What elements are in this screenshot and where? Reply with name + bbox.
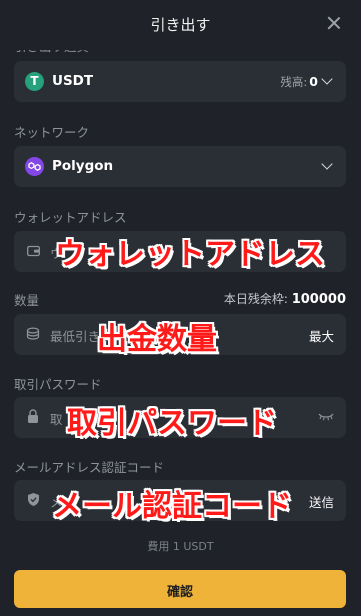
- network-select[interactable]: Polygon: [14, 146, 346, 187]
- coin-balance: 残高: 0: [280, 74, 318, 89]
- password-overlay-annotation: 取引パスワード: [67, 406, 277, 441]
- email-code-label: メールアドレス認証コード: [14, 460, 165, 475]
- network-label: ネットワーク: [14, 125, 90, 140]
- modal-title: 引き出す: [150, 16, 211, 34]
- password-label: 取引パスワード: [14, 377, 102, 392]
- max-button[interactable]: 最大: [309, 326, 334, 345]
- network-name: Polygon: [52, 158, 114, 174]
- fee-text: 費用 1 USDT: [147, 540, 214, 553]
- withdraw-modal: 引き出す 引き出す通貨 USDT 残高:0 ネットワーク Polygon ウォレ…: [0, 0, 361, 616]
- shield-check-icon: [28, 493, 39, 506]
- daily-limit: 本日残余枠: 100000: [223, 292, 346, 307]
- modal-header: 引き出す: [0, 0, 361, 50]
- coin-select[interactable]: USDT 残高:0: [14, 61, 346, 102]
- eye-closed-icon[interactable]: [318, 412, 334, 421]
- amount-placeholder: 最低引き: [50, 329, 101, 344]
- polygon-icon: [25, 157, 44, 176]
- coins-icon: [26, 327, 40, 340]
- amount-overlay-annotation: 出金数量: [97, 322, 217, 357]
- wallet-icon: [27, 245, 40, 257]
- lock-icon: [28, 409, 38, 423]
- chevron-down-icon: [321, 73, 333, 85]
- email-overlay-annotation: メール認証コード: [52, 489, 292, 524]
- address-label: ウォレットアドレス: [14, 210, 127, 225]
- address-overlay-annotation: ウォレットアドレス: [55, 237, 325, 272]
- chevron-down-icon: [321, 158, 333, 170]
- confirm-label: 確認: [166, 585, 193, 600]
- coin-name: USDT: [52, 73, 94, 89]
- password-placeholder: 取: [50, 412, 63, 427]
- close-icon[interactable]: [325, 14, 343, 32]
- send-code-button[interactable]: 送信: [309, 492, 334, 511]
- tether-icon: [25, 72, 44, 91]
- amount-label: 数量: [14, 293, 40, 308]
- confirm-button[interactable]: 確認: [14, 570, 346, 608]
